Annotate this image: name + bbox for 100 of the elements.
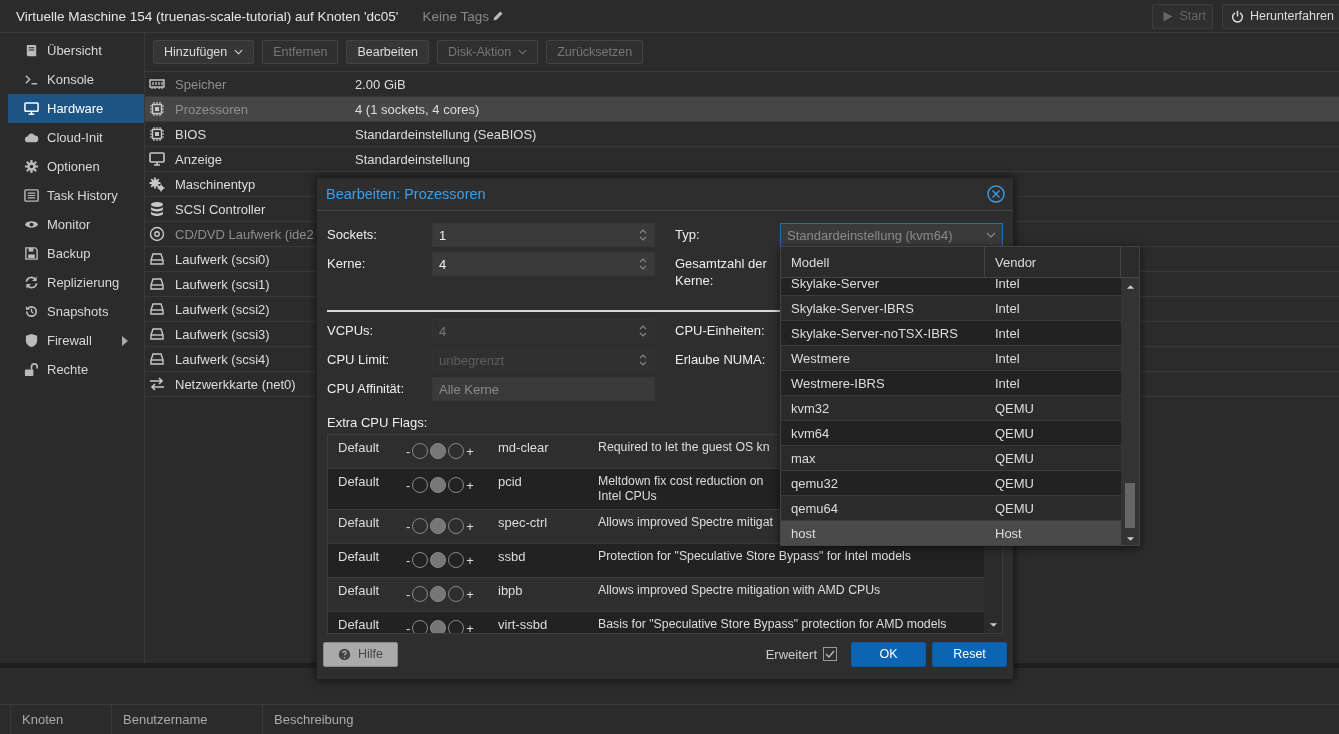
- dropdown-item[interactable]: qemu32 QEMU: [781, 471, 1121, 496]
- number-field[interactable]: 1: [432, 223, 655, 247]
- field-label: Kerne:: [327, 255, 367, 273]
- sidebar-item[interactable]: Übersicht: [8, 36, 144, 65]
- switch-option[interactable]: [430, 552, 447, 568]
- plus-label: +: [466, 518, 474, 534]
- sidebar-label: Übersicht: [47, 43, 103, 58]
- switch-option[interactable]: [412, 586, 429, 602]
- flag-description: Required to let the guest OS kn: [598, 440, 770, 455]
- dropdown-item[interactable]: host Host: [781, 521, 1121, 545]
- switch-option[interactable]: [430, 586, 447, 602]
- close-icon[interactable]: [987, 185, 1005, 203]
- plus-label: +: [466, 477, 474, 493]
- flag-setting: Default: [338, 440, 381, 455]
- spinner-icon[interactable]: [638, 256, 648, 272]
- switch-option[interactable]: [412, 443, 429, 459]
- switch-option[interactable]: [448, 586, 465, 602]
- switch-option[interactable]: [430, 443, 447, 459]
- sync-icon: [24, 275, 39, 290]
- dropdown-item[interactable]: kvm64 QEMU: [781, 421, 1121, 446]
- hardware-row[interactable]: Prozessoren 4 (1 sockets, 4 cores): [145, 97, 1339, 122]
- switch-option[interactable]: [448, 477, 465, 493]
- chip-icon: [149, 126, 165, 142]
- scroll-down-icon[interactable]: [988, 622, 998, 628]
- minus-label: -: [406, 620, 411, 633]
- sidebar-item[interactable]: Monitor: [8, 210, 144, 239]
- list-icon: [24, 188, 39, 203]
- memory-module-icon: [149, 76, 165, 92]
- sidebar-item[interactable]: Backup: [8, 239, 144, 268]
- hardware-name: BIOS: [175, 126, 207, 142]
- switch-option[interactable]: [430, 518, 447, 534]
- play-icon: [1160, 9, 1174, 23]
- monitor-icon: [149, 151, 165, 167]
- hardware-name: Laufwerk (scsi4): [175, 351, 270, 367]
- hardware-row[interactable]: Anzeige Standardeinstellung: [145, 147, 1339, 172]
- toolbar-button[interactable]: Hinzufügen: [153, 40, 255, 64]
- switch-option[interactable]: [412, 518, 429, 534]
- sidebar-item[interactable]: Cloud-Init: [8, 123, 144, 152]
- plus-label: +: [466, 443, 474, 459]
- scroll-thumb[interactable]: [1125, 483, 1135, 528]
- dropdown-item[interactable]: Skylake-Server-noTSX-IBRS Intel: [781, 321, 1121, 346]
- switch-option[interactable]: [448, 443, 465, 459]
- sidebar-item[interactable]: Konsole: [8, 65, 144, 94]
- switch-option[interactable]: [430, 477, 447, 493]
- switch-option[interactable]: [412, 552, 429, 568]
- column-header[interactable]: Modell: [781, 247, 985, 277]
- switch-option[interactable]: [448, 620, 465, 633]
- field-label: CPU Affinität:: [327, 380, 406, 398]
- dropdown-item[interactable]: Skylake-Server-IBRS Intel: [781, 296, 1121, 321]
- minus-label: -: [406, 552, 411, 568]
- scrollbar[interactable]: [1121, 278, 1139, 545]
- flag-setting: Default: [338, 515, 381, 530]
- advanced-label: Erweitert: [765, 646, 817, 662]
- scroll-up-icon[interactable]: [1125, 284, 1135, 290]
- terminal-icon: [24, 72, 39, 87]
- checkbox[interactable]: [823, 647, 837, 661]
- power-icon: [1230, 9, 1244, 23]
- switch-option[interactable]: [412, 620, 429, 633]
- flag-name: md-clear: [498, 440, 550, 455]
- switch-option[interactable]: [448, 518, 465, 534]
- spinner-icon[interactable]: [638, 227, 648, 243]
- hardware-name: Laufwerk (scsi1): [175, 276, 270, 292]
- pencil-icon[interactable]: [491, 10, 504, 22]
- reset-button[interactable]: Reset: [932, 641, 1007, 667]
- hardware-row[interactable]: BIOS Standardeinstellung (SeaBIOS): [145, 122, 1339, 147]
- column-header[interactable]: Knoten: [10, 705, 111, 734]
- dropdown-item[interactable]: Westmere-IBRS Intel: [781, 371, 1121, 396]
- column-header[interactable]: Benutzername: [111, 705, 262, 734]
- help-button[interactable]: Hilfe: [323, 641, 398, 667]
- sidebar-label: Replizierung: [47, 275, 121, 290]
- switch-option[interactable]: [430, 620, 447, 633]
- chip-icon: [149, 101, 165, 117]
- hardware-value: 4 (1 sockets, 4 cores): [355, 101, 480, 117]
- sidebar-item[interactable]: Snapshots: [8, 297, 144, 326]
- sidebar-item[interactable]: Task History: [8, 181, 144, 210]
- toolbar-button[interactable]: Bearbeiten: [346, 40, 429, 64]
- sidebar-item[interactable]: Hardware: [8, 94, 144, 123]
- dropdown-item[interactable]: kvm32 QEMU: [781, 396, 1121, 421]
- dropdown-item[interactable]: max QEMU: [781, 446, 1121, 471]
- switch-option[interactable]: [412, 477, 429, 493]
- switch-option[interactable]: [448, 552, 465, 568]
- shutdown-button[interactable]: Herunterfahren: [1221, 3, 1339, 29]
- sidebar-item[interactable]: Optionen: [8, 152, 144, 181]
- ok-button[interactable]: OK: [851, 641, 926, 667]
- sidebar-item[interactable]: Firewall: [8, 326, 144, 355]
- column-header[interactable]: Beschreibung: [262, 705, 474, 734]
- hard-drive-icon: [149, 251, 165, 267]
- dropdown-item[interactable]: qemu64 QEMU: [781, 496, 1121, 521]
- dropdown-item[interactable]: Skylake-Server Intel: [781, 278, 1121, 296]
- history-icon: [24, 304, 39, 319]
- flag-name: ssbd: [498, 549, 527, 564]
- number-field[interactable]: 4: [432, 252, 655, 276]
- sidebar-item[interactable]: Rechte: [8, 355, 144, 384]
- dropdown-item[interactable]: Westmere Intel: [781, 346, 1121, 371]
- sidebar-label: Snapshots: [47, 304, 110, 319]
- sidebar-item[interactable]: Replizierung: [8, 268, 144, 297]
- hardware-value: 2.00 GiB: [355, 76, 406, 92]
- scroll-down-icon[interactable]: [1125, 536, 1135, 542]
- column-header[interactable]: Vendor: [985, 247, 1121, 277]
- hard-drive-icon: [149, 351, 165, 367]
